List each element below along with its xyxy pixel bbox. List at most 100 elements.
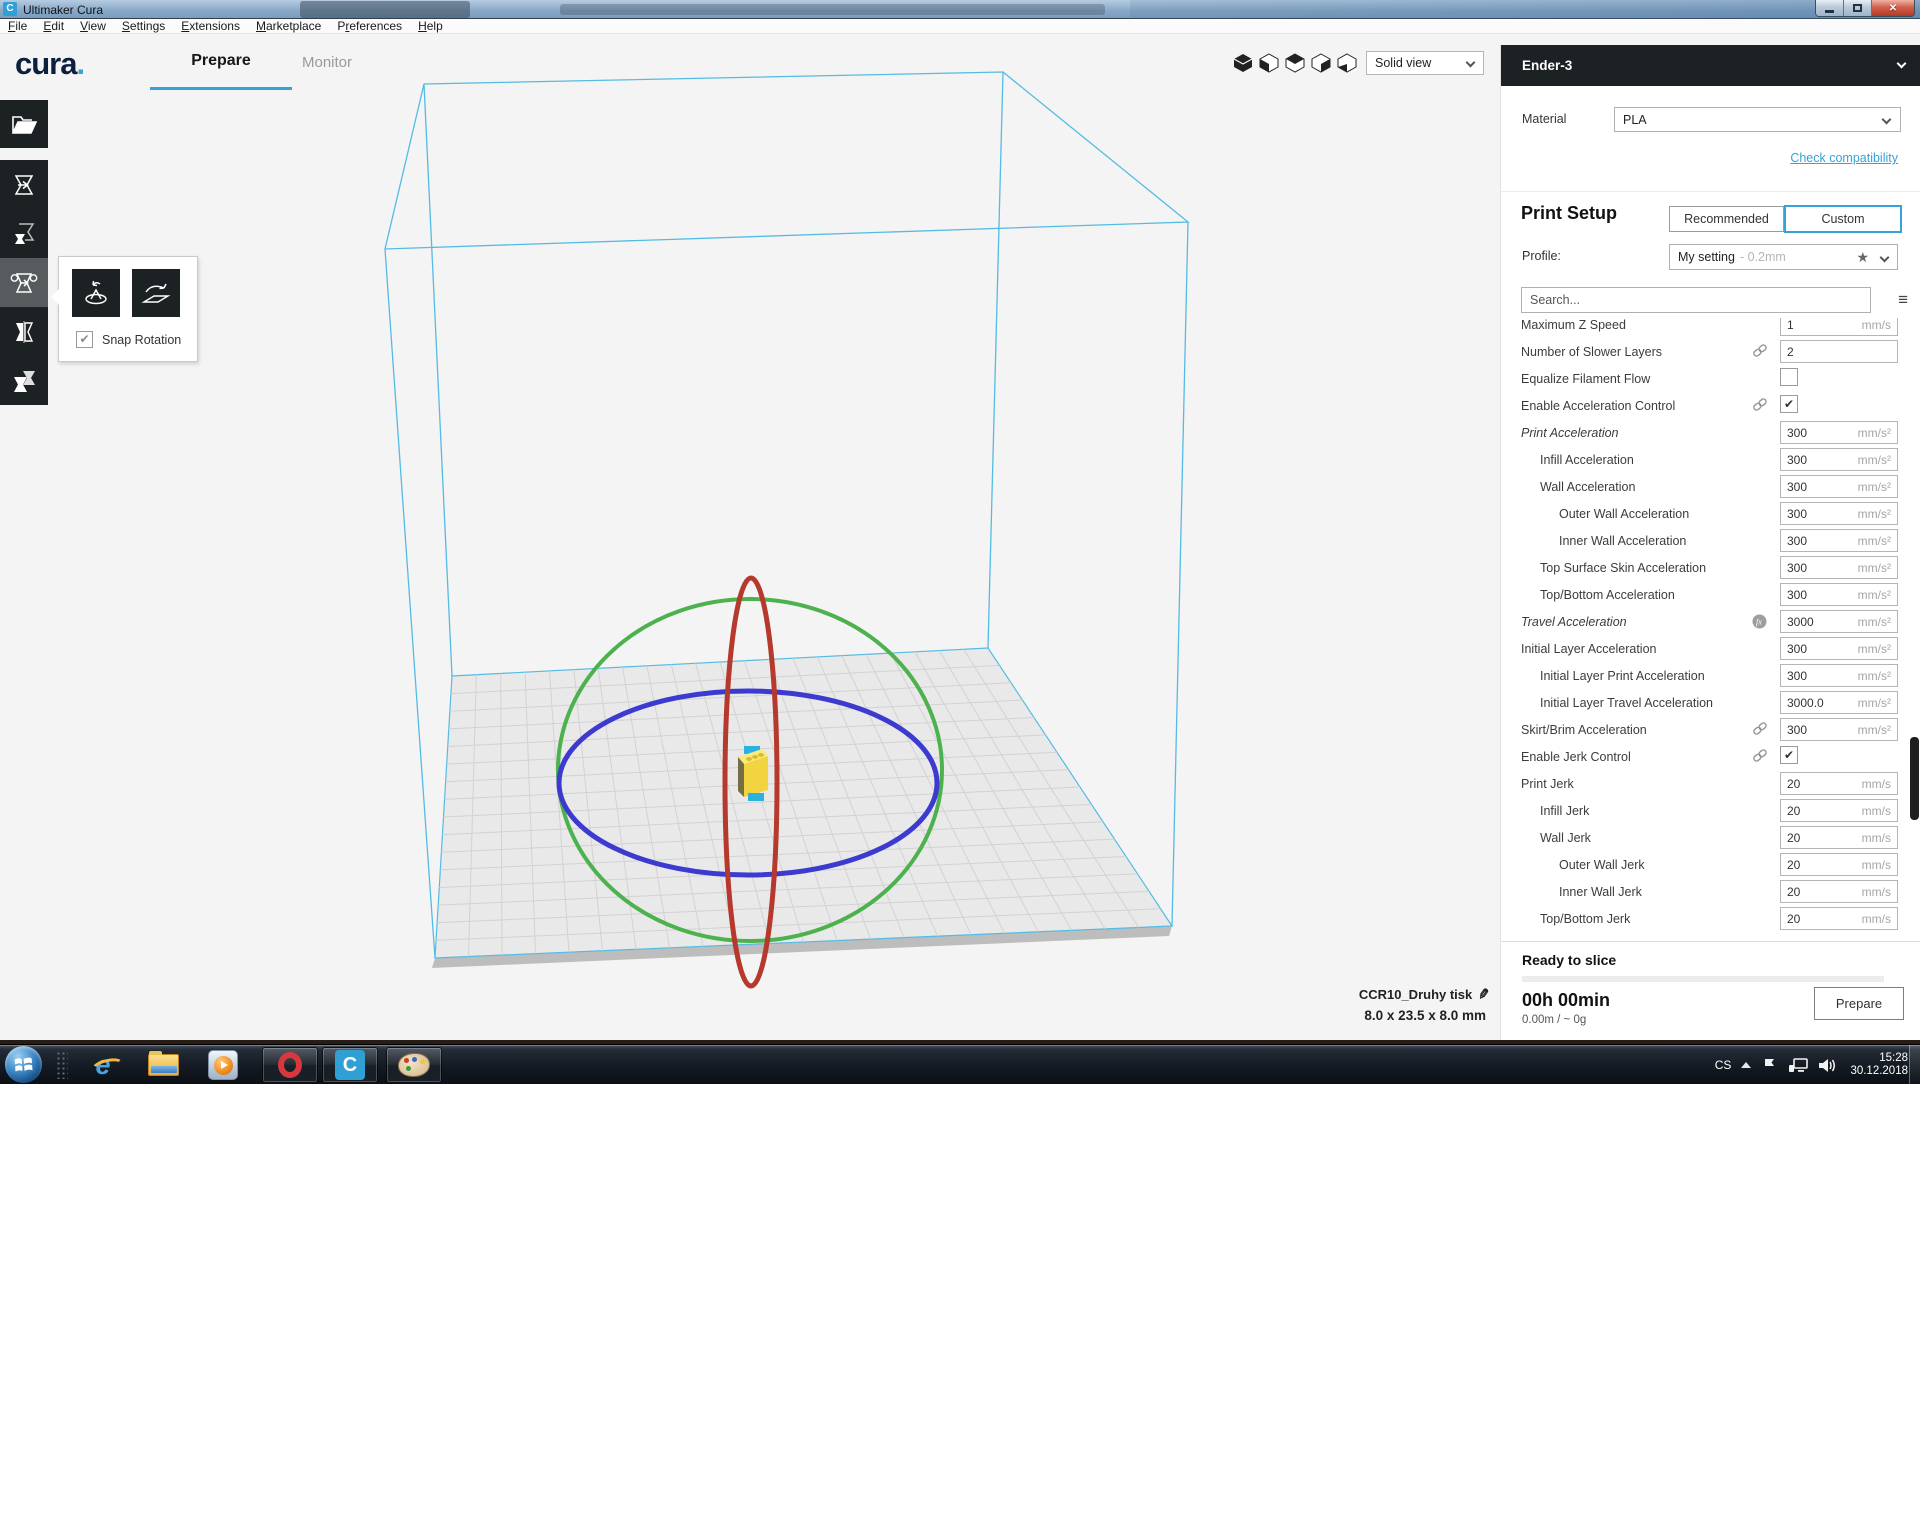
tab-monitor[interactable]: Monitor: [292, 34, 362, 90]
setting-value-input[interactable]: 20mm/s: [1780, 772, 1898, 795]
volume-icon[interactable]: [1818, 1057, 1836, 1074]
scale-tool-button[interactable]: [0, 209, 48, 258]
machine-name: Ender-3: [1522, 58, 1572, 73]
menu-edit[interactable]: Edit: [35, 19, 72, 33]
menu-marketplace[interactable]: Marketplace: [248, 19, 329, 33]
setting-value-input[interactable]: 300mm/s²: [1780, 475, 1898, 498]
setting-value: 300: [1787, 534, 1858, 548]
setting-value-input[interactable]: 300mm/s²: [1780, 529, 1898, 552]
setting-value-input[interactable]: 300mm/s²: [1780, 421, 1898, 444]
cura-taskbar-button[interactable]: C: [322, 1047, 378, 1083]
view-mode-dropdown[interactable]: Solid view: [1366, 51, 1484, 75]
tab-prepare[interactable]: Prepare: [150, 34, 292, 90]
cura-icon: C: [335, 1050, 365, 1080]
setting-value-input[interactable]: 20mm/s: [1780, 826, 1898, 849]
setting-value-input[interactable]: 1mm/s: [1780, 318, 1898, 336]
reset-rotation-button[interactable]: [72, 269, 120, 317]
setting-value-input[interactable]: 3000mm/s²: [1780, 610, 1898, 633]
maximize-button[interactable]: [1844, 0, 1872, 16]
setting-value-input[interactable]: 300mm/s²: [1780, 502, 1898, 525]
menu-help[interactable]: Help: [410, 19, 451, 33]
menu-view[interactable]: View: [72, 19, 114, 33]
network-icon[interactable]: [1788, 1057, 1808, 1074]
setting-value-input[interactable]: 300mm/s²: [1780, 448, 1898, 471]
setting-value-input[interactable]: 300mm/s²: [1780, 718, 1898, 741]
setting-label: Infill Acceleration: [1540, 453, 1634, 467]
per-model-settings-button[interactable]: [0, 356, 48, 405]
start-button[interactable]: [5, 1046, 42, 1083]
language-indicator[interactable]: CS: [1715, 1058, 1732, 1072]
top-view-icon[interactable]: [1282, 52, 1308, 74]
setting-label: Outer Wall Acceleration: [1559, 507, 1689, 521]
setting-value-input[interactable]: 20mm/s: [1780, 853, 1898, 876]
machine-selector[interactable]: Ender-3: [1501, 45, 1920, 86]
action-center-flag-icon[interactable]: [1761, 1057, 1778, 1074]
settings-menu-icon[interactable]: ≡: [1898, 290, 1908, 310]
snap-rotation-checkbox[interactable]: ✔: [76, 331, 93, 348]
tray-expand-icon[interactable]: [1741, 1062, 1751, 1068]
paint-taskbar-button[interactable]: [386, 1047, 442, 1083]
windows-explorer-icon[interactable]: [146, 1049, 180, 1081]
setting-value-input[interactable]: 300mm/s²: [1780, 664, 1898, 687]
setting-row: Enable Jerk Control ✔: [1501, 743, 1909, 770]
slice-status: Ready to slice: [1522, 952, 1616, 968]
setting-label: Enable Jerk Control: [1521, 750, 1631, 764]
opera-taskbar-button[interactable]: [262, 1047, 318, 1083]
prepare-button[interactable]: Prepare: [1814, 987, 1904, 1020]
setting-value: 300: [1787, 669, 1858, 683]
tray-date: 30.12.2018: [1850, 1065, 1908, 1078]
setting-unit: mm/s: [1862, 804, 1891, 818]
right-view-icon[interactable]: [1334, 52, 1360, 74]
setting-checkbox[interactable]: ✔: [1780, 395, 1798, 413]
profile-dropdown[interactable]: My setting - 0.2mm ★: [1669, 244, 1898, 270]
taskbar: e C CS 15:28 30.12.2018: [0, 1044, 1920, 1084]
recommended-button[interactable]: Recommended: [1669, 206, 1784, 232]
setting-value-input[interactable]: 20mm/s: [1780, 799, 1898, 822]
setting-value-input[interactable]: 300mm/s²: [1780, 637, 1898, 660]
setting-value: 20: [1787, 777, 1862, 791]
chevron-down-icon: [1882, 115, 1892, 125]
setting-row: Inner Wall Jerk20mm/s: [1501, 878, 1909, 905]
custom-button[interactable]: Custom: [1784, 205, 1902, 233]
setting-value-input[interactable]: 300mm/s²: [1780, 556, 1898, 579]
clock[interactable]: 15:28 30.12.2018: [1850, 1052, 1908, 1078]
close-button[interactable]: ✕: [1872, 0, 1914, 16]
move-tool-button[interactable]: [0, 160, 48, 209]
open-file-button[interactable]: [0, 100, 48, 148]
settings-search-input[interactable]: Search...: [1521, 287, 1871, 313]
left-view-icon[interactable]: [1308, 52, 1334, 74]
menu-file[interactable]: File: [0, 19, 35, 33]
rotate-tool-button[interactable]: [0, 258, 48, 307]
mirror-tool-button[interactable]: [0, 307, 48, 356]
minimize-button[interactable]: [1816, 0, 1844, 16]
setting-value: 300: [1787, 723, 1858, 737]
setting-value-input[interactable]: 300mm/s²: [1780, 583, 1898, 606]
setting-value-input[interactable]: 3000.0mm/s²: [1780, 691, 1898, 714]
menu-settings[interactable]: Settings: [114, 19, 173, 33]
setting-row: Outer Wall Acceleration 300mm/s²: [1501, 500, 1909, 527]
setting-value: 300: [1787, 480, 1858, 494]
media-player-icon[interactable]: [206, 1049, 240, 1081]
setting-value-input[interactable]: 2: [1780, 340, 1898, 363]
front-view-icon[interactable]: [1256, 52, 1282, 74]
setting-value-input[interactable]: 20mm/s: [1780, 880, 1898, 903]
setting-checkbox[interactable]: [1780, 368, 1798, 386]
settings-scrollbar[interactable]: [1910, 737, 1919, 820]
function-value-icon: fx: [1752, 614, 1767, 634]
setting-checkbox[interactable]: ✔: [1780, 746, 1798, 764]
show-desktop-button[interactable]: [1909, 1045, 1920, 1085]
setting-label: Top/Bottom Acceleration: [1540, 588, 1675, 602]
check-compatibility-link[interactable]: Check compatibility: [1790, 151, 1898, 165]
title-bar[interactable]: C Ultimaker Cura: [0, 0, 1920, 19]
setting-value: 20: [1787, 831, 1862, 845]
menu-extensions[interactable]: Extensions: [173, 19, 248, 33]
window-title: Ultimaker Cura: [23, 3, 103, 17]
rename-pencil-icon[interactable]: ✎: [1477, 985, 1492, 1004]
material-dropdown[interactable]: PLA: [1614, 107, 1901, 132]
setting-value-input[interactable]: 20mm/s: [1780, 907, 1898, 930]
setting-row: Travel Accelerationfx3000mm/s²: [1501, 608, 1909, 635]
menu-preferences[interactable]: Preferences: [329, 19, 410, 33]
3d-view-icon[interactable]: [1230, 52, 1256, 74]
internet-explorer-icon[interactable]: e: [86, 1049, 120, 1081]
lay-flat-button[interactable]: [132, 269, 180, 317]
